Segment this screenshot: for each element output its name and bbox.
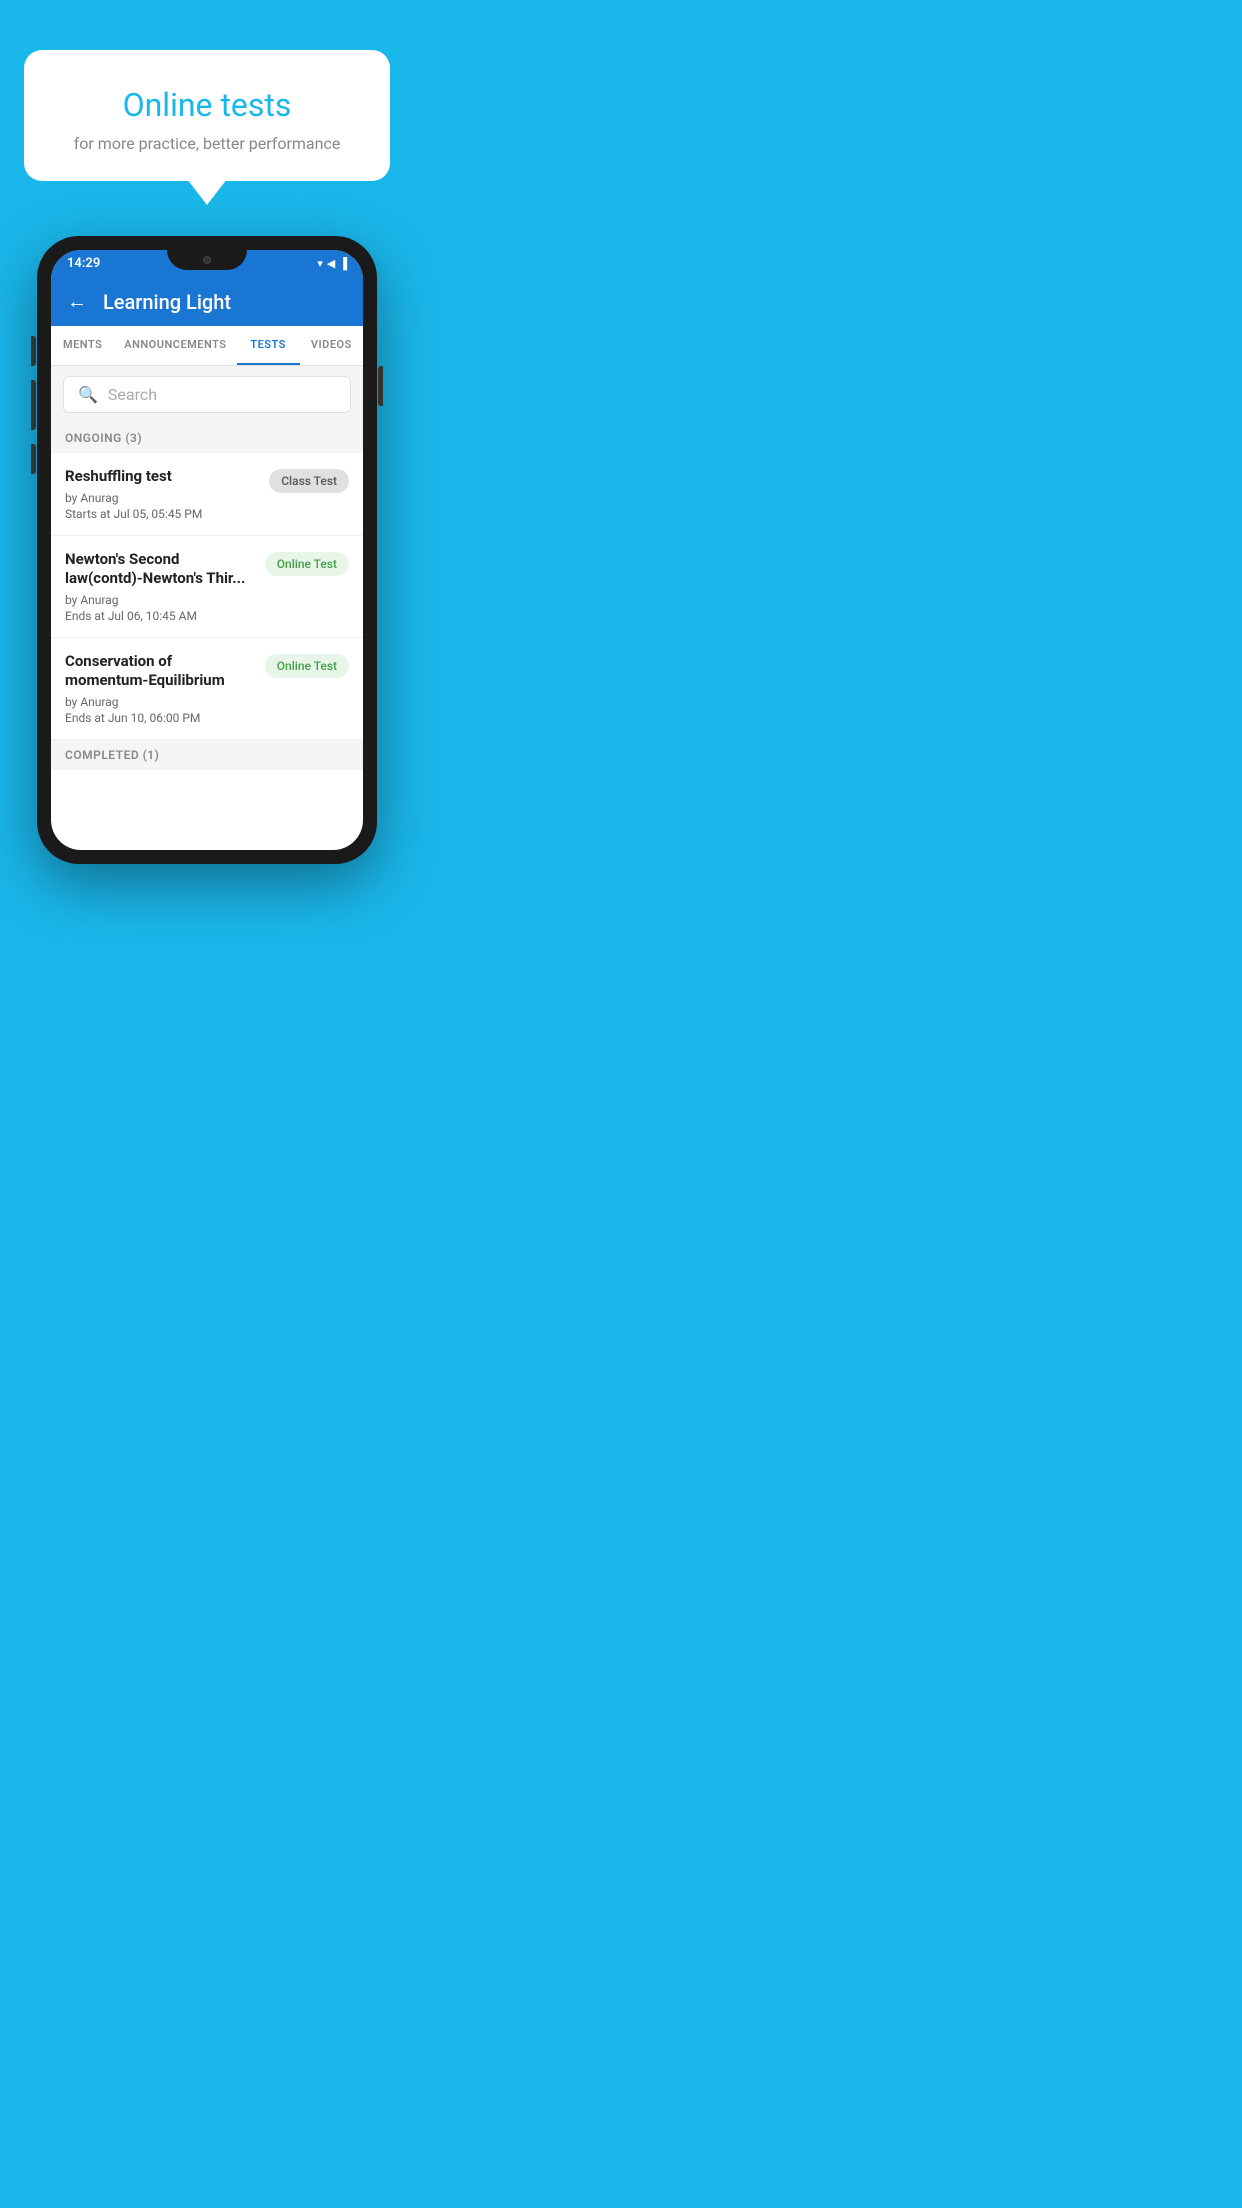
test-author: by Anurag [65,593,255,607]
phone-notch [167,250,247,270]
right-side-button [378,366,383,406]
test-name: Reshuffling test [65,467,259,487]
app-bar-title: Learning Light [103,290,231,314]
tab-ments[interactable]: MENTS [51,326,114,365]
test-badge: Online Test [265,654,349,678]
power-button [31,336,36,366]
test-info: Reshuffling test by Anurag Starts at Jul… [65,467,259,521]
back-button[interactable]: ← [67,289,87,314]
signal-icon: ◀ [327,257,335,270]
test-time: Ends at Jul 06, 10:45 AM [65,609,255,623]
test-item[interactable]: Newton's Second law(contd)-Newton's Thir… [51,536,363,638]
test-badge: Online Test [265,552,349,576]
hero-section: Online tests for more practice, better p… [0,0,414,181]
tabs-bar: MENTS ANNOUNCEMENTS TESTS VIDEOS [51,326,363,366]
test-item[interactable]: Reshuffling test by Anurag Starts at Jul… [51,453,363,536]
tab-videos[interactable]: VIDEOS [300,326,363,365]
test-item[interactable]: Conservation of momentum-Equilibrium by … [51,638,363,740]
test-author: by Anurag [65,491,259,505]
ongoing-section-header: ONGOING (3) [51,423,363,453]
tab-announcements[interactable]: ANNOUNCEMENTS [114,326,236,365]
search-container: 🔍 Search [51,366,363,423]
right-buttons [378,366,383,406]
test-list: Reshuffling test by Anurag Starts at Jul… [51,453,363,740]
volume-up-button [31,380,36,430]
status-icons: ▾ ◀ ▐ [317,257,347,270]
test-name: Conservation of momentum-Equilibrium [65,652,255,691]
test-info: Newton's Second law(contd)-Newton's Thir… [65,550,255,623]
tab-tests[interactable]: TESTS [237,326,300,365]
phone-outer: 14:29 ▾ ◀ ▐ ← Learning Light MENTS ANNOU… [37,236,377,864]
test-name: Newton's Second law(contd)-Newton's Thir… [65,550,255,589]
search-box[interactable]: 🔍 Search [63,376,351,413]
speech-bubble: Online tests for more practice, better p… [24,50,390,181]
left-buttons [31,336,36,474]
search-placeholder: Search [108,385,157,404]
test-author: by Anurag [65,695,255,709]
test-time: Ends at Jun 10, 06:00 PM [65,711,255,725]
volume-down-button [31,444,36,474]
test-time: Starts at Jul 05, 05:45 PM [65,507,259,521]
status-time: 14:29 [67,256,100,271]
completed-section-header: COMPLETED (1) [51,740,363,770]
test-badge: Class Test [269,469,349,493]
camera [203,256,211,264]
hero-title: Online tests [52,86,362,124]
app-bar: ← Learning Light [51,277,363,326]
test-info: Conservation of momentum-Equilibrium by … [65,652,255,725]
battery-icon: ▐ [339,257,347,270]
wifi-icon: ▾ [317,257,323,270]
search-icon: 🔍 [78,385,98,404]
phone-mockup: 14:29 ▾ ◀ ▐ ← Learning Light MENTS ANNOU… [37,236,377,864]
phone-screen: 14:29 ▾ ◀ ▐ ← Learning Light MENTS ANNOU… [51,250,363,850]
hero-subtitle: for more practice, better performance [52,134,362,153]
